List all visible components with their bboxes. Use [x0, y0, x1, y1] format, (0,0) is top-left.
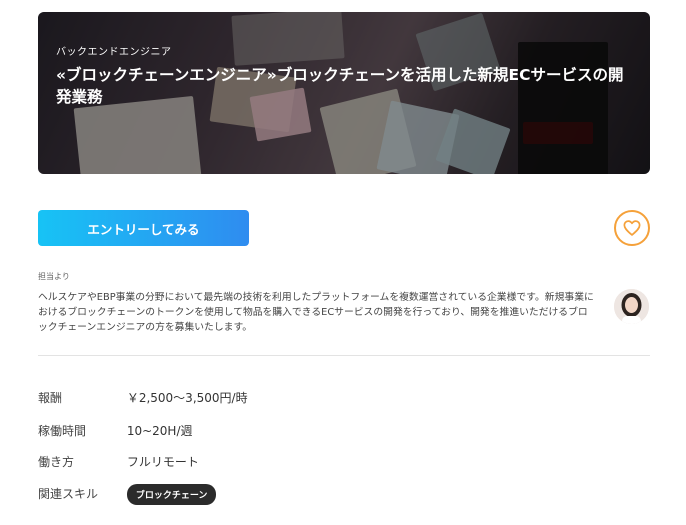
- detail-label: 報酬: [38, 391, 63, 405]
- divider: [38, 355, 650, 356]
- avatar: [614, 289, 649, 324]
- detail-row-hours: 稼働時間 10~20H/週: [38, 422, 193, 439]
- message-from-label: 担当より: [38, 272, 70, 281]
- detail-row-skills: 関連スキル ブロックチェーン: [38, 484, 217, 505]
- detail-value: ￥2,500〜3,500円/時: [126, 391, 248, 405]
- favorite-button[interactable]: [614, 210, 650, 246]
- detail-row-workstyle: 働き方 フルリモート: [38, 453, 199, 470]
- detail-value: 10~20H/週: [126, 424, 193, 438]
- job-title: «ブロックチェーンエンジニア»ブロックチェーンを活用した新規ECサービスの開発業…: [56, 66, 624, 106]
- detail-value: フルリモート: [126, 455, 199, 469]
- detail-label: 稼働時間: [38, 424, 87, 438]
- entry-button[interactable]: エントリーしてみる: [38, 210, 249, 246]
- job-category: バックエンドエンジニア: [56, 47, 172, 58]
- detail-row-reward: 報酬 ￥2,500〜3,500円/時: [38, 389, 248, 406]
- hero-banner: バックエンドエンジニア «ブロックチェーンエンジニア»ブロックチェーンを活用した…: [38, 12, 650, 174]
- detail-label: 働き方: [38, 455, 75, 469]
- heart-icon: [623, 220, 641, 236]
- message-text: ヘルスケアやEBP事業の分野において最先端の技術を利用したプラットフォームを複数…: [38, 292, 594, 333]
- detail-label: 関連スキル: [38, 487, 99, 501]
- skill-tag[interactable]: ブロックチェーン: [126, 484, 217, 505]
